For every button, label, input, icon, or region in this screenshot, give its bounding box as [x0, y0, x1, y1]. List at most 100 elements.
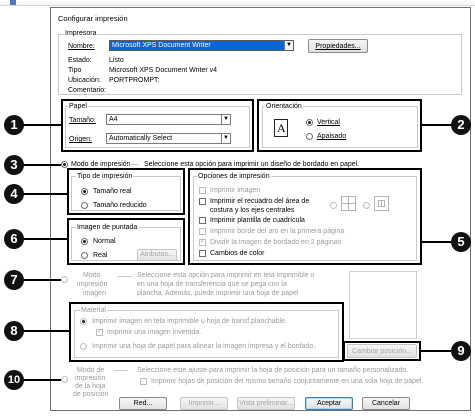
callout-line-1 [22, 124, 62, 126]
print-hoop-edge-checkbox[interactable] [199, 228, 206, 235]
grid-center-mark [378, 200, 385, 207]
real-size-label[interactable]: Tamaño real [93, 187, 132, 196]
paper-group-title: Papel [68, 102, 88, 111]
print-button-label: Imprimir... [188, 400, 220, 407]
print-grid-label: Imprimir plantilla de cuadrícula [210, 217, 305, 224]
mirror-image-checkbox[interactable]: ✓ [96, 329, 103, 336]
printer-group-title: Impresora [64, 29, 98, 38]
print-image-label: Imprimir imagen [210, 187, 261, 194]
position-sheet-radio[interactable] [61, 376, 68, 383]
attributes-button-label: Atributos... [140, 251, 174, 258]
print-frame-checkbox[interactable] [199, 198, 206, 205]
image-preview-box [349, 271, 417, 339]
paper-size-value: A4 [109, 116, 118, 123]
chevron-down-icon: ▼ [221, 115, 230, 124]
print-type-group-title: Tipo de impresión [76, 172, 134, 181]
location-label: Ubicación: [68, 77, 101, 84]
stitch-real-radio[interactable] [81, 252, 88, 259]
position-sheet-description: Seleccione este ajuste para imprimir la … [137, 367, 409, 374]
print-button[interactable]: Imprimir... [180, 397, 228, 410]
position-sheet-checkbox[interactable] [140, 378, 147, 385]
callout-badge-8: 8 [4, 321, 24, 341]
callout-line-5 [421, 241, 453, 243]
grid-style-radio-2[interactable] [363, 202, 370, 209]
align-sheet-radio[interactable] [80, 343, 87, 350]
paper-source-select[interactable]: Automatically Select ▼ [106, 133, 231, 144]
accept-button-label: Aceptar [316, 400, 342, 407]
dialog-title: Configurar impresión [58, 14, 128, 23]
status-label: Estado: [68, 57, 92, 64]
cancel-button-label: Cancelar [371, 400, 400, 407]
image-mode-label-line3: imagen [83, 290, 106, 297]
callout-line-10 [22, 379, 61, 381]
orientation-group-title: Orientación [265, 102, 303, 111]
preview-button-label: Vista preliminar... [239, 400, 293, 407]
status-value: Listo [109, 57, 124, 64]
change-position-button[interactable]: Cambiar posición... [347, 344, 417, 358]
color-changes-label: Cambios de color [210, 250, 265, 257]
reduced-size-label[interactable]: Tamaño reducido [93, 201, 147, 210]
paper-source-value: Automatically Select [109, 135, 173, 142]
print-image-checkbox[interactable] [199, 187, 206, 194]
stitch-real-label[interactable]: Real [93, 251, 107, 260]
printer-name-value: Microsoft XPS Document Writer [112, 42, 211, 49]
print-mode-radio[interactable] [61, 161, 68, 168]
image-mode-separator [118, 276, 132, 277]
orientation-landscape-radio[interactable] [306, 133, 313, 140]
preview-button[interactable]: Vista preliminar... [237, 397, 295, 410]
printable-fabric-radio[interactable] [80, 318, 87, 325]
page-icon-letter: A [277, 121, 286, 135]
orientation-vertical-radio[interactable] [306, 119, 313, 126]
callout-badge-1: 1 [4, 115, 24, 135]
material-group-title: Material [80, 306, 107, 315]
print-mode-separator [126, 164, 138, 165]
print-options-group-title: Opciones de impresión [197, 172, 271, 181]
network-button-label: Red... [133, 400, 153, 407]
mirror-image-label: Imprimir una imagen invertida. [107, 329, 202, 336]
paper-size-select[interactable]: A4 ▼ [106, 114, 231, 125]
align-sheet-label: Imprimir una hoja de papel para alinear … [92, 343, 316, 350]
split-pages-checkbox[interactable]: ✓ [199, 239, 206, 246]
properties-button[interactable]: Propiedades... [308, 39, 368, 53]
stitch-normal-radio[interactable] [81, 238, 88, 245]
callout-line-4 [22, 193, 68, 195]
orientation-vertical-label[interactable]: Vertical [317, 118, 340, 127]
callout-badge-2: 2 [451, 115, 471, 135]
print-frame-label-line2: costura y los ejes centrales [210, 207, 295, 214]
real-size-radio[interactable] [81, 188, 88, 195]
attributes-button[interactable]: Atributos... [137, 249, 177, 261]
printable-fabric-label: Imprimir imagen en tela imprimible u hoj… [92, 318, 287, 325]
image-mode-radio[interactable] [61, 276, 68, 283]
color-changes-checkbox[interactable] [199, 250, 206, 257]
network-button[interactable]: Red... [119, 397, 167, 410]
print-frame-label-line1: Imprimir el recuadro del área de [210, 198, 310, 205]
accept-button[interactable]: Aceptar [305, 397, 353, 410]
callout-badge-6: 6 [4, 229, 24, 249]
callout-line-7 [22, 279, 61, 281]
split-pages-label: Dividir la imagen de bordado en 2 página… [210, 239, 342, 246]
image-mode-label-line1: Modo [83, 272, 101, 279]
orientation-landscape-label[interactable]: Apaisado [317, 132, 346, 141]
callout-line-6 [22, 238, 68, 240]
callout-line-2 [421, 124, 453, 126]
print-hoop-edge-label: Imprimir borde del aro en la primera pág… [210, 228, 345, 235]
callout-badge-4: 4 [4, 184, 24, 204]
cancel-button[interactable]: Cancelar [362, 397, 410, 410]
callout-badge-9: 9 [451, 341, 471, 361]
callout-line-8 [22, 330, 70, 332]
grid-style-radio-1[interactable] [330, 202, 337, 209]
callout-line-9 [420, 350, 453, 352]
location-value: PORTPROMPT: [109, 77, 160, 84]
print-grid-checkbox[interactable] [199, 217, 206, 224]
grid-center-icon [374, 196, 389, 211]
reduced-size-radio[interactable] [81, 202, 88, 209]
callout-line-3 [22, 164, 61, 166]
position-sheet-label-line4: de posición [73, 391, 109, 398]
type-value: Microsoft XPS Document Writer v4 [109, 67, 218, 74]
stitch-normal-label[interactable]: Normal [93, 237, 116, 246]
printer-name-select[interactable]: Microsoft XPS Document Writer ▼ [109, 40, 294, 51]
properties-button-label: Propiedades... [315, 43, 361, 50]
callout-badge-5: 5 [451, 232, 471, 252]
position-sheet-checkbox-label: Imprimir hojas de posición del mismo tam… [151, 378, 424, 385]
image-mode-description-line1: Seleccione esta opción para imprimir en … [137, 272, 315, 279]
